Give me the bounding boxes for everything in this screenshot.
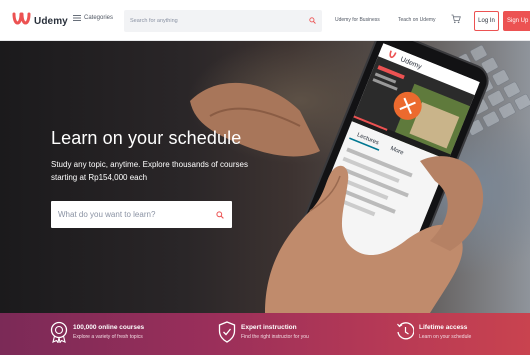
hero-search-input[interactable] (51, 201, 211, 228)
brand-name: Udemy (34, 15, 68, 27)
categories-label: Categories (84, 15, 114, 21)
search-icon[interactable] (216, 211, 224, 219)
hero-title: Learn on your schedule (51, 128, 242, 148)
feature-title: Expert instruction (241, 324, 297, 331)
hero-search (51, 201, 232, 228)
udemy-logo-mark-icon (12, 12, 31, 25)
feature-desc: Learn on your schedule (419, 334, 472, 340)
badge-icon (50, 321, 68, 343)
hamburger-icon (73, 15, 81, 21)
categories-menu[interactable]: Categories (73, 15, 113, 21)
hero-subtitle: Study any topic, anytime. Explore thousa… (51, 160, 248, 182)
feature-desc: Find the right instructor for you (241, 334, 309, 340)
top-navbar: Udemy Categories Udemy for Business Teac… (0, 0, 530, 41)
features-strip: 100,000 online courses Explore a variety… (0, 313, 530, 355)
feature-lifetime-access: Lifetime access Learn on your schedule (396, 321, 471, 343)
feature-expert-instruction: Expert instruction Find the right instru… (218, 321, 309, 343)
udemy-for-business-link[interactable]: Udemy for Business (335, 17, 380, 23)
signup-button[interactable]: Sign Up (503, 11, 530, 31)
search-icon[interactable] (309, 17, 316, 24)
feature-title: 100,000 online courses (73, 324, 145, 331)
cart-icon[interactable] (451, 14, 461, 24)
feature-desc: Explore a variety of fresh topics (73, 334, 143, 340)
header-search (124, 10, 322, 32)
teach-on-udemy-link[interactable]: Teach on Udemy (398, 17, 436, 23)
clock-icon (397, 322, 414, 340)
check-shield-icon (218, 321, 236, 343)
feature-online-courses: 100,000 online courses Explore a variety… (50, 321, 144, 343)
header-search-input[interactable] (124, 10, 304, 32)
feature-title: Lifetime access (419, 324, 468, 331)
hero-banner: Udemy Lectures More Learn on your schedu… (0, 41, 530, 313)
login-button[interactable]: Log In (474, 11, 499, 31)
udemy-logo[interactable]: Udemy (12, 12, 68, 30)
